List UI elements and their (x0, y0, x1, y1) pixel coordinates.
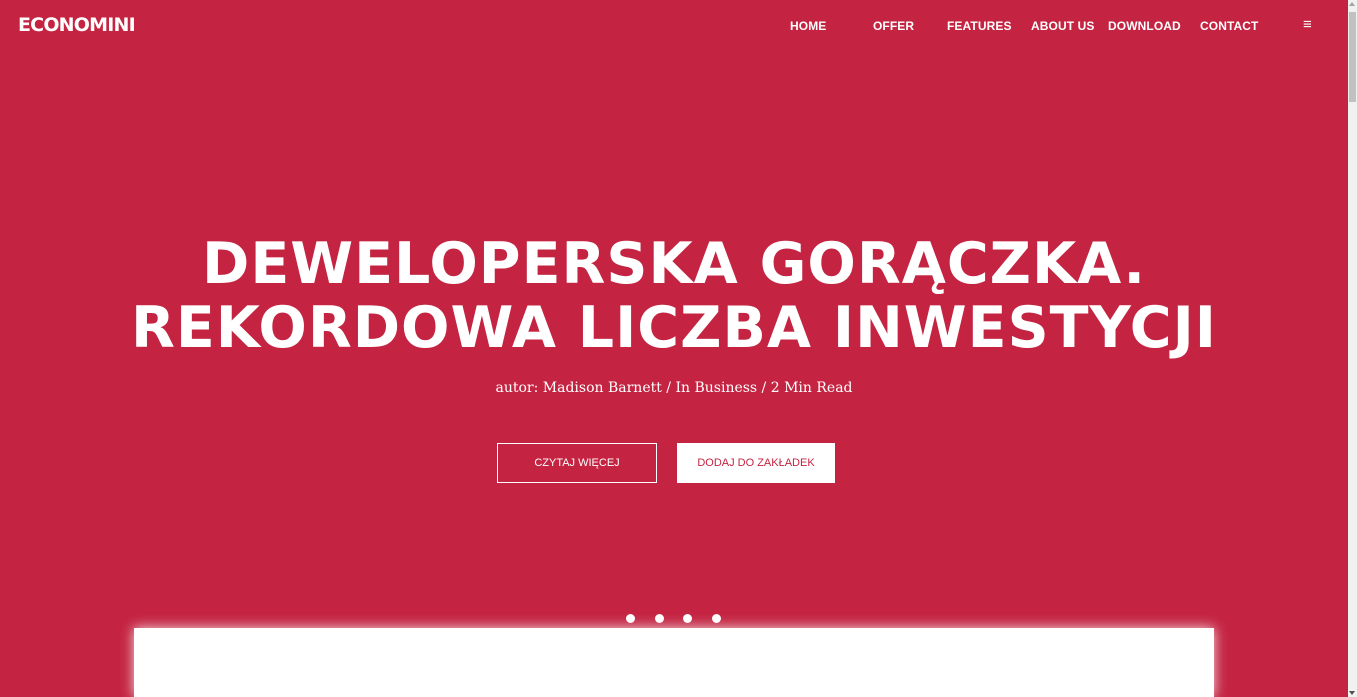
carousel-dot-2[interactable] (655, 614, 664, 623)
nav-item-home[interactable]: HOME (790, 19, 826, 33)
carousel-dot-1[interactable] (626, 614, 635, 623)
carousel-dot-4[interactable] (712, 614, 721, 623)
read-more-button[interactable]: CZYTAJ WIĘCEJ (497, 443, 657, 483)
hamburger-menu-icon[interactable]: ≡ (1303, 17, 1312, 33)
nav-item-about-us[interactable]: ABOUT US (1031, 19, 1094, 33)
scroll-down-arrow-icon[interactable] (1349, 691, 1355, 695)
scrollbar-thumb[interactable] (1349, 12, 1356, 102)
hero-headline-line-2: REKORDOWA LICZBA INWESTYCJI (130, 295, 1218, 361)
nav-item-contact[interactable]: CONTACT (1200, 19, 1258, 33)
hero-headline-line-1: DEWELOPERSKA GORĄCZKA. (202, 231, 1146, 297)
nav-item-offer[interactable]: OFFER (873, 19, 914, 33)
hero-headline: DEWELOPERSKA GORĄCZKA. REKORDOWA LICZBA … (0, 232, 1348, 360)
carousel-dot-3[interactable] (683, 614, 692, 623)
nav-item-features[interactable]: FEATURES (947, 19, 1012, 33)
scroll-up-arrow-icon[interactable] (1349, 2, 1355, 6)
content-card (134, 628, 1214, 697)
nav-item-download[interactable]: DOWNLOAD (1108, 19, 1181, 33)
bookmark-button[interactable]: DODAJ DO ZAKŁADEK (677, 443, 835, 483)
article-meta: autor: Madison Barnett / In Business / 2… (495, 380, 853, 396)
site-logo[interactable]: ECONOMINI (18, 14, 136, 36)
page-scrollbar[interactable] (1348, 0, 1357, 697)
